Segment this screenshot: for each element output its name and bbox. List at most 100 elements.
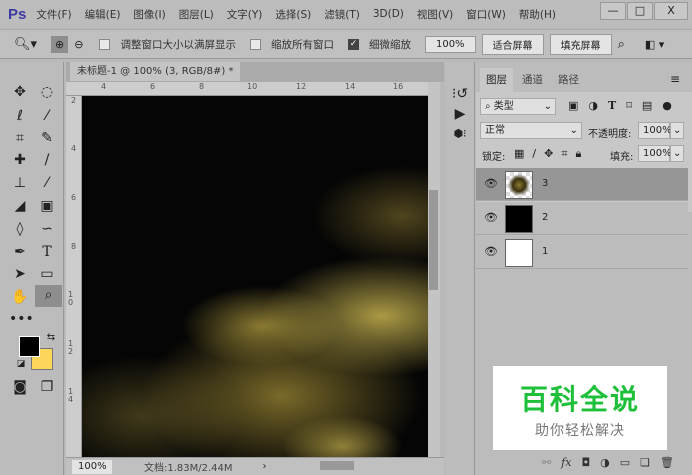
menu-window[interactable]: 窗口(W) — [466, 7, 506, 22]
move-tool-icon[interactable]: ✥ — [9, 82, 31, 102]
lock-pixels-icon[interactable]: / — [532, 147, 536, 161]
blend-mode-value: 正常 — [485, 125, 505, 136]
more-tools-icon[interactable]: ••• — [9, 309, 34, 329]
adjustment-layer-icon[interactable]: ◑ — [600, 456, 610, 469]
add-mask-icon[interactable]: ◘ — [581, 456, 590, 469]
menu-help[interactable]: 帮助(H) — [519, 7, 556, 22]
menu-file[interactable]: 文件(F) — [36, 7, 71, 22]
hand-tool-icon[interactable]: ✋ — [9, 287, 31, 307]
screen-mode-icon[interactable]: ❐ — [36, 377, 58, 397]
document-canvas[interactable] — [82, 96, 428, 457]
crop-tool-icon[interactable]: ⌗ — [9, 128, 31, 148]
layer-row[interactable]: 👁︎ 3 — [476, 168, 688, 201]
lock-transparent-icon[interactable]: ▦ — [514, 147, 524, 161]
blend-mode-select[interactable]: 正常 ⌄ — [480, 122, 582, 139]
menu-image[interactable]: 图像(I) — [133, 7, 165, 22]
layer-name[interactable]: 3 — [542, 178, 548, 189]
layer-row[interactable]: 👁︎ 1 — [476, 236, 688, 269]
search-icon[interactable]: ⌕ — [618, 37, 625, 52]
visibility-eye-icon[interactable]: 👁︎ — [484, 211, 498, 224]
type-tool-icon[interactable]: T — [36, 242, 58, 262]
document-tab[interactable]: 未标题-1 @ 100% (3, RGB/8#) * × — [70, 62, 240, 96]
eyedropper-icon[interactable]: ✎ — [36, 128, 58, 148]
eraser-tool-icon[interactable]: ◢ — [9, 196, 31, 216]
watermark-subtitle: 助你轻松解决 — [535, 423, 625, 439]
brush-tool-icon[interactable]: / — [36, 150, 58, 170]
visibility-eye-icon[interactable]: 👁︎ — [484, 177, 498, 190]
opacity-field[interactable]: 100% — [638, 122, 672, 139]
adjustment-filter-icon[interactable]: ◑ — [588, 99, 598, 112]
tab-layers[interactable]: 图层 — [480, 68, 513, 92]
fill-screen-button[interactable]: 填充屏幕 — [549, 33, 612, 55]
new-layer-icon[interactable]: ❏ — [640, 456, 650, 469]
filter-toggle-icon[interactable]: ● — [662, 99, 672, 112]
vertical-scroll-thumb[interactable] — [429, 190, 438, 290]
link-layers-icon[interactable]: ⚯ — [542, 456, 551, 469]
menu-type[interactable]: 文字(Y) — [227, 7, 263, 22]
magic-wand-icon[interactable]: ⁄ — [36, 106, 58, 126]
path-select-icon[interactable]: ➤ — [9, 264, 31, 284]
opacity-dropdown-icon[interactable]: ⌄ — [670, 122, 684, 139]
delete-layer-icon[interactable]: 🗑︎ — [660, 456, 674, 469]
pixel-filter-icon[interactable]: ▣ — [568, 99, 578, 112]
fx-icon[interactable]: fx — [561, 456, 571, 469]
history-brush-icon[interactable]: ⁄ — [36, 173, 58, 193]
type-filter-icon[interactable]: T — [608, 99, 616, 112]
menu-3d[interactable]: 3D(D) — [373, 8, 404, 20]
history-icon[interactable]: ⁝↺ — [449, 84, 471, 104]
fill-field[interactable]: 100% — [638, 145, 672, 162]
swap-colors-icon[interactable]: ⇆ — [40, 328, 62, 348]
zoom-tool-preset-icon[interactable]: 🔍︎▾ — [14, 37, 37, 52]
actions-play-icon[interactable]: ▶ — [449, 104, 471, 124]
status-menu-arrow-icon[interactable]: › — [263, 461, 267, 472]
menu-view[interactable]: 视图(V) — [417, 7, 453, 22]
stamp-tool-icon[interactable]: ⊥ — [9, 173, 31, 193]
shape-filter-icon[interactable]: ⌑ — [626, 99, 632, 112]
tab-paths[interactable]: 路径 — [552, 68, 585, 92]
zoom-out-icon[interactable]: ⊖ — [74, 38, 83, 51]
maximize-button[interactable]: □ — [627, 2, 653, 20]
fill-dropdown-icon[interactable]: ⌄ — [670, 145, 684, 162]
quick-mask-icon[interactable]: ◙ — [9, 377, 31, 397]
new-group-icon[interactable]: ▭ — [620, 456, 630, 469]
minimize-button[interactable]: — — [600, 2, 626, 20]
layer-name[interactable]: 2 — [542, 212, 548, 223]
3d-panel-icon[interactable]: ⬢⁝ — [449, 124, 471, 144]
default-colors-icon[interactable]: ◪ — [10, 354, 32, 374]
zoom-percent-button[interactable]: 100% — [424, 35, 476, 53]
layer-row[interactable]: 👁︎ 2 — [476, 202, 688, 235]
dodge-tool-icon[interactable]: ∽ — [36, 219, 58, 239]
scrubby-zoom-checkbox[interactable]: ✓ — [347, 38, 359, 50]
layer-name[interactable]: 1 — [542, 246, 548, 257]
filter-type-select[interactable]: ⌕ 类型 ⌄ — [480, 98, 556, 115]
resize-windows-checkbox[interactable] — [99, 38, 111, 50]
horizontal-scroll-thumb[interactable] — [320, 461, 354, 470]
fit-screen-button[interactable]: 适合屏幕 — [481, 33, 544, 55]
lock-all-icon[interactable]: 🔒︎ — [576, 147, 582, 161]
menu-layer[interactable]: 图层(L) — [179, 7, 214, 22]
pen-tool-icon[interactable]: ✒ — [9, 242, 31, 262]
close-button[interactable]: X — [654, 2, 688, 20]
tab-channels[interactable]: 通道 — [516, 68, 549, 92]
document-size-info[interactable]: 文档:1.83M/2.44M — [144, 459, 233, 474]
zoom-level-field[interactable]: 100% — [72, 459, 112, 474]
visibility-eye-icon[interactable]: 👁︎ — [484, 245, 498, 258]
zoom-tool-icon[interactable]: ⌕ — [35, 285, 62, 307]
lasso-tool-icon[interactable]: ℓ — [9, 106, 31, 126]
zoom-in-icon[interactable]: ⊕ — [51, 35, 69, 53]
lock-artboard-icon[interactable]: ⌗ — [561, 147, 567, 161]
healing-brush-icon[interactable]: ✚ — [9, 150, 31, 170]
menu-filter[interactable]: 滤镜(T) — [324, 7, 360, 22]
gradient-tool-icon[interactable]: ▣ — [36, 196, 58, 216]
menu-select[interactable]: 选择(S) — [275, 7, 311, 22]
blur-tool-icon[interactable]: ◊ — [9, 219, 31, 239]
menu-edit[interactable]: 编辑(E) — [85, 7, 121, 22]
marquee-tool-icon[interactable]: ◌ — [36, 82, 58, 102]
smart-object-filter-icon[interactable]: ▤ — [642, 99, 652, 112]
rectangle-tool-icon[interactable]: ▭ — [36, 264, 58, 284]
zoom-all-checkbox[interactable] — [249, 38, 261, 50]
lock-position-icon[interactable]: ✥ — [544, 147, 553, 161]
panel-menu-icon[interactable]: ≡ — [670, 72, 680, 86]
workspace-icon[interactable]: ◧ ▾ — [645, 38, 664, 51]
scrubby-zoom-label: 细微缩放 — [368, 38, 411, 51]
